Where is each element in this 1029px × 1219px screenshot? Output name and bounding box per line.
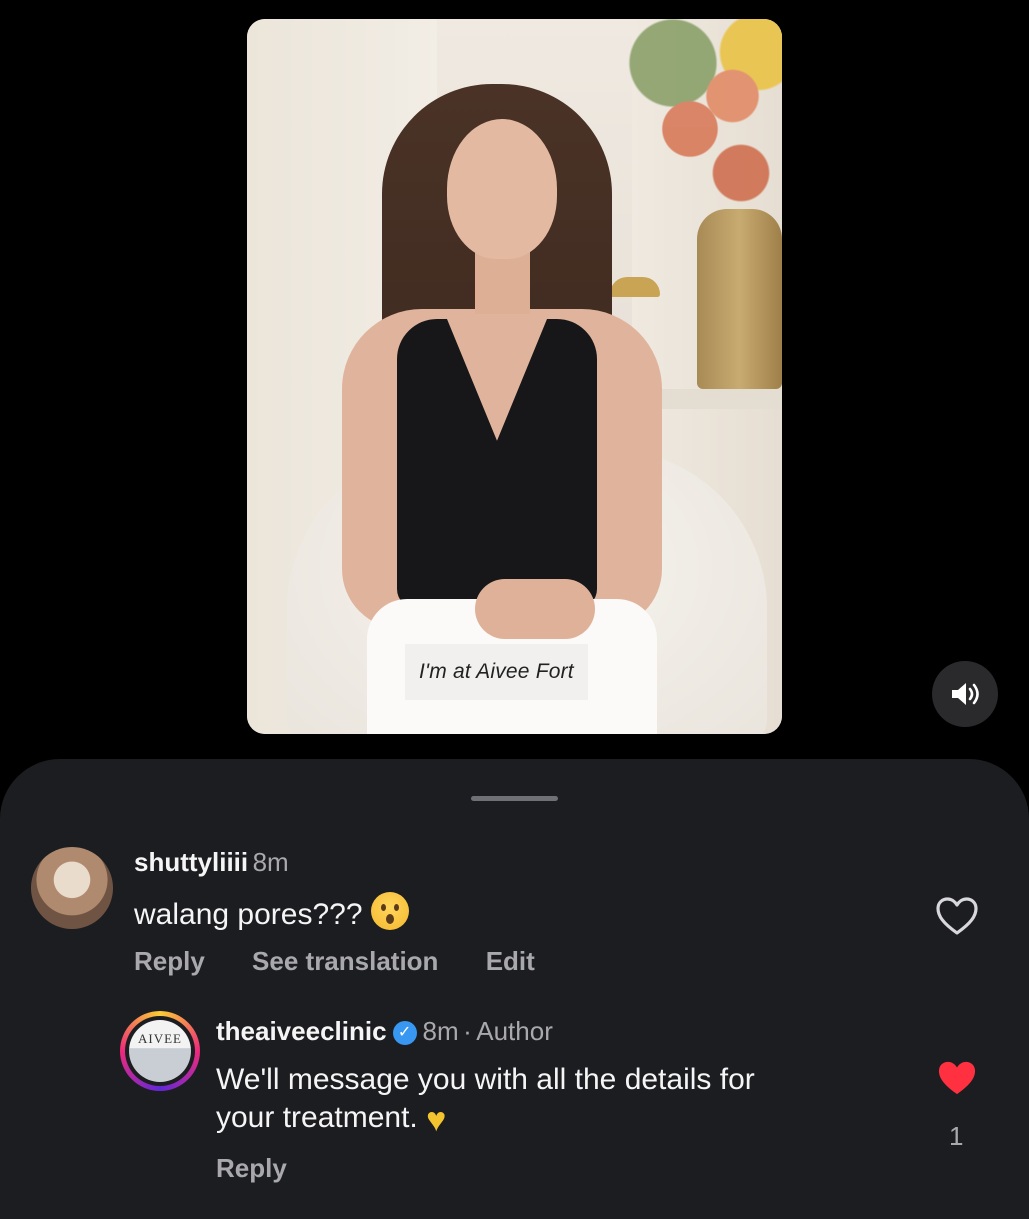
comment-header: theaiveeclinic ✓ 8m · Author	[216, 1016, 553, 1047]
reply-button[interactable]: Reply	[216, 1153, 287, 1183]
edit-button[interactable]: Edit	[486, 946, 535, 976]
speaker-on-icon	[952, 683, 979, 705]
author-badge: Author	[476, 1016, 553, 1046]
comment-text-row: walang pores???	[134, 892, 409, 934]
meta-separator: ·	[463, 1016, 472, 1046]
comment-actions: Reply	[216, 1153, 327, 1184]
avatar[interactable]: AIVEE	[120, 1011, 200, 1091]
video-frame-person	[475, 579, 595, 639]
video-frame-shelf	[647, 389, 782, 409]
avatar-image: AIVEE	[129, 1020, 191, 1082]
video-player[interactable]: I'm at Aivee Fort	[247, 19, 782, 734]
comment-text: We'll message you with all the details f…	[216, 1061, 896, 1139]
comment-username[interactable]: shuttyliiii	[134, 847, 248, 877]
see-translation-button[interactable]: See translation	[252, 946, 438, 976]
yellow-heart-icon: ♥	[426, 1101, 447, 1139]
heart-filled-icon	[938, 1061, 976, 1095]
comment-text: walang pores???	[134, 898, 363, 931]
avatar-logo-text: AIVEE	[138, 1031, 182, 1046]
like-button[interactable]	[935, 896, 979, 941]
reply-button[interactable]: Reply	[134, 946, 205, 976]
video-frame-lamp	[610, 277, 660, 297]
sound-toggle-button[interactable]	[932, 661, 998, 727]
comments-sheet: shuttyliiii 8m walang pores??? Reply See…	[0, 759, 1029, 1219]
video-frame-flowers	[622, 19, 782, 239]
video-frame-vase	[697, 209, 782, 389]
comment-text-line: your treatment. ♥	[216, 1101, 447, 1139]
comment-time: 8m	[252, 847, 289, 877]
comment-text-line: We'll message you with all the details f…	[216, 1063, 755, 1096]
comment-time: 8m	[422, 1016, 459, 1046]
video-frame-person	[447, 119, 557, 259]
video-caption: I'm at Aivee Fort	[405, 644, 588, 700]
verified-badge-icon: ✓	[392, 1021, 417, 1045]
comment-actions: Reply See translation Edit	[134, 946, 575, 977]
avatar[interactable]	[31, 847, 113, 929]
like-button[interactable]	[936, 1059, 978, 1102]
astonished-face-icon	[370, 892, 409, 930]
comment-header: shuttyliiii 8m	[134, 847, 289, 878]
like-count: 1	[949, 1121, 964, 1151]
comment-username[interactable]: theaiveeclinic	[216, 1016, 387, 1046]
heart-outline-icon	[936, 897, 978, 935]
drag-handle[interactable]	[471, 796, 558, 801]
